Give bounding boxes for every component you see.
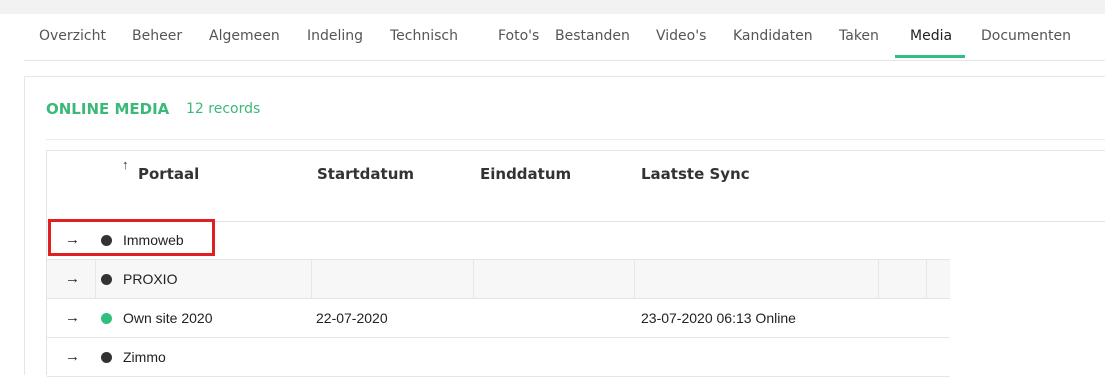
- tab-indeling[interactable]: Indeling: [307, 16, 363, 60]
- section-title: ONLINE MEDIA: [46, 100, 170, 118]
- column-separator: [473, 260, 474, 298]
- media-table: ↑ Portaal Startdatum Einddatum Laatste S…: [46, 150, 1105, 377]
- tab-beheer[interactable]: Beheer: [132, 16, 182, 60]
- arrow-right-icon[interactable]: →: [65, 348, 80, 365]
- column-separator: [95, 260, 96, 298]
- column-separator: [926, 260, 927, 298]
- tab-technisch[interactable]: Technisch: [390, 16, 458, 60]
- column-header-startdatum[interactable]: Startdatum: [317, 165, 414, 183]
- portaal-name: Own site 2020: [123, 310, 213, 326]
- column-header-laatste-sync[interactable]: Laatste Sync: [641, 165, 750, 183]
- status-dot-icon: [101, 313, 112, 324]
- column-separator: [634, 260, 635, 298]
- column-separator: [311, 260, 312, 298]
- tab-taken[interactable]: Taken: [839, 16, 879, 60]
- tab-overzicht[interactable]: Overzicht: [39, 16, 106, 60]
- arrow-right-icon[interactable]: →: [65, 270, 80, 287]
- top-strip: [0, 0, 1105, 14]
- status-dot-icon: [101, 352, 112, 363]
- tab-kandidaten[interactable]: Kandidaten: [733, 16, 813, 60]
- tab-videos[interactable]: Video's: [656, 16, 706, 60]
- status-dot-icon: [101, 274, 112, 285]
- tab-media[interactable]: Media: [910, 16, 952, 60]
- table-row[interactable]: → Own site 2020 22-07-2020 23-07-2020 06…: [47, 299, 950, 338]
- startdatum-value: 22-07-2020: [316, 310, 388, 326]
- portaal-name: PROXIO: [123, 271, 178, 287]
- tab-bestanden[interactable]: Bestanden: [555, 16, 630, 60]
- table-row[interactable]: → Zimmo: [47, 338, 950, 377]
- column-header-einddatum[interactable]: Einddatum: [480, 165, 571, 183]
- tab-fotos[interactable]: Foto's: [498, 16, 539, 60]
- table-header: ↑ Portaal Startdatum Einddatum Laatste S…: [47, 151, 1105, 222]
- section-divider: [46, 139, 1105, 140]
- record-count: 12 records: [186, 101, 261, 117]
- active-tab-indicator: [895, 55, 965, 58]
- column-separator: [878, 260, 879, 298]
- portaal-name: Zimmo: [123, 349, 166, 365]
- laatste-sync-value: 23-07-2020 06:13 Online: [641, 310, 796, 326]
- arrow-right-icon[interactable]: →: [65, 309, 80, 326]
- column-header-portaal[interactable]: Portaal: [138, 165, 199, 183]
- tab-documenten[interactable]: Documenten: [981, 16, 1071, 60]
- highlight-box: [48, 219, 215, 256]
- sort-ascending-icon[interactable]: ↑: [122, 157, 129, 172]
- tab-algemeen[interactable]: Algemeen: [209, 16, 280, 60]
- table-row[interactable]: → PROXIO: [47, 260, 950, 299]
